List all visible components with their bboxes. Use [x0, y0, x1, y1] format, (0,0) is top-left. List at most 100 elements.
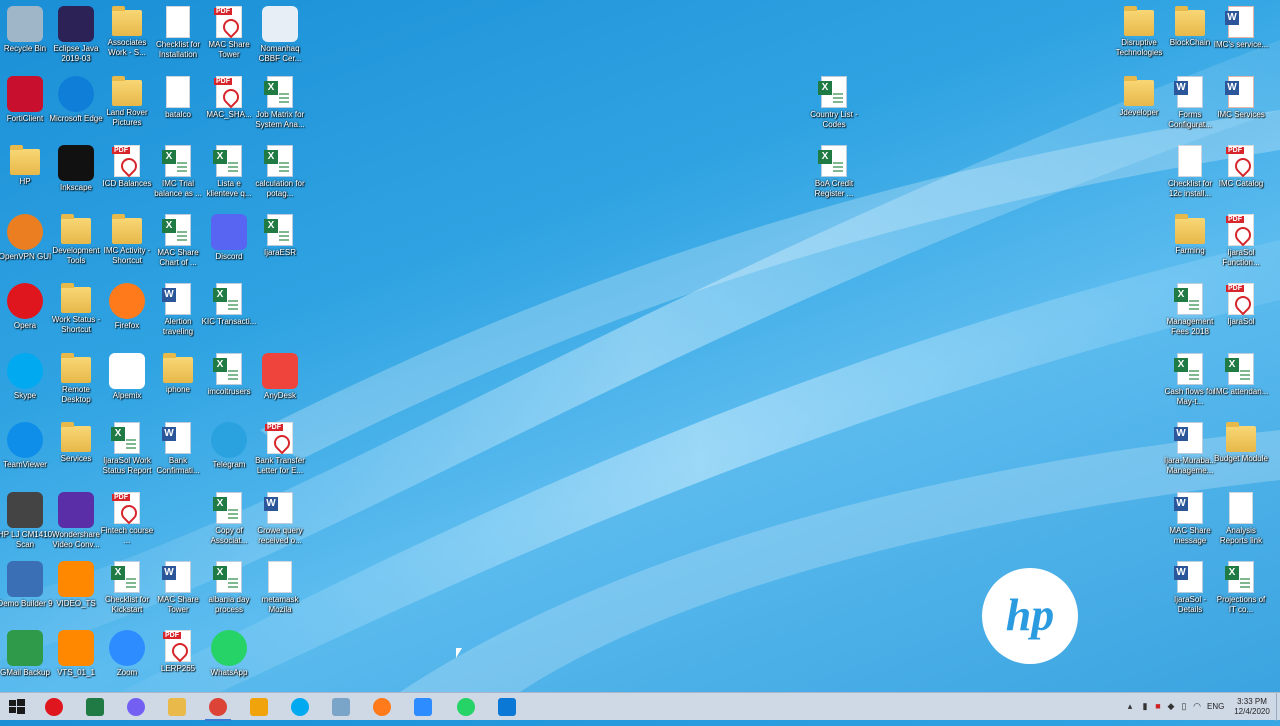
battery-icon[interactable]: ▯	[1179, 701, 1189, 711]
desktop-icon[interactable]: Cash flows for May-t...	[1164, 349, 1216, 418]
desktop-icon[interactable]: Job Matrix for System Ana...	[254, 72, 306, 141]
desktop-icon[interactable]: imcoltrusers	[203, 349, 255, 418]
desktop-icon[interactable]: Remote Desktop	[50, 349, 102, 418]
desktop-icon[interactable]: Country List - Codes	[808, 72, 860, 141]
desktop-icon[interactable]: Disruptive Technologies	[1113, 2, 1165, 71]
desktop-icon[interactable]: MAC Share message	[1164, 488, 1216, 557]
desktop-icon[interactable]: calculation for potag...	[254, 141, 306, 210]
desktop-icon[interactable]: IMC Services	[1215, 72, 1267, 141]
desktop-icon[interactable]: Firefox	[101, 279, 153, 348]
desktop-icon[interactable]: FortiClient	[0, 72, 51, 141]
taskbar-button[interactable]	[37, 695, 71, 719]
desktop-icon[interactable]: IjaraESR	[254, 210, 306, 279]
desktop-icon[interactable]: IMC attendan...	[1214, 349, 1268, 418]
desktop-icon[interactable]: MAC Share Chart of ...	[152, 210, 204, 279]
desktop-icon[interactable]: Associates Work - S...	[101, 2, 153, 71]
show-desktop-button[interactable]	[1276, 693, 1280, 721]
desktop-icon[interactable]: BoA Credit Register ...	[808, 141, 860, 210]
desktop-icon[interactable]: HP LJ CM1410 Scan	[0, 488, 52, 557]
desktop-icon[interactable]: Eclipse Java 2019-03	[50, 2, 102, 71]
desktop-icon[interactable]: AnyDesk	[254, 349, 306, 418]
desktop-icon[interactable]: Farming	[1164, 210, 1216, 279]
desktop-icon[interactable]: Land Rover Pictures	[101, 72, 153, 141]
desktop-icon[interactable]: BlockChain	[1164, 2, 1216, 71]
desktop-icon[interactable]: IjaraSol Work Status Report	[101, 418, 153, 487]
desktop-icon[interactable]: Checklist for Installation	[152, 2, 204, 71]
desktop-icon[interactable]: IMC Trial balance as ...	[152, 141, 204, 210]
vpn-icon[interactable]: ◆	[1166, 701, 1176, 711]
wifi-icon[interactable]: ◠	[1192, 701, 1202, 711]
desktop-icon[interactable]: MAC_SHA...	[203, 72, 255, 141]
desktop-icon[interactable]: Budget Module	[1214, 418, 1268, 487]
tray-overflow-chevron-icon[interactable]: ▴	[1125, 701, 1135, 711]
network-icon[interactable]: ▮	[1140, 701, 1150, 711]
desktop-icon[interactable]: Telegram	[203, 418, 255, 487]
desktop-icon[interactable]: Crowe query received o...	[254, 488, 306, 557]
clock[interactable]: 3:33 PM 12/4/2020	[1232, 697, 1272, 717]
taskbar-button[interactable]	[242, 695, 276, 719]
taskbar-button[interactable]	[406, 695, 440, 719]
desktop-icon[interactable]: Skype	[0, 349, 51, 418]
desktop-icon[interactable]: MAC Share Tower	[152, 557, 204, 626]
desktop-icon[interactable]: HP	[0, 141, 51, 210]
desktop-icon[interactable]: Demo Builder 9	[0, 557, 53, 626]
desktop-icon[interactable]: batalco	[152, 72, 204, 141]
desktop-icon[interactable]: Opera	[0, 279, 51, 348]
desktop-icon[interactable]: metamask Mozila	[254, 557, 306, 626]
desktop-icon[interactable]: Microsoft Edge	[49, 72, 103, 141]
taskbar-button[interactable]	[449, 695, 483, 719]
desktop-icon[interactable]: Lista e klienteve q...	[203, 141, 255, 210]
taskbar-button[interactable]	[283, 695, 317, 719]
desktop-icon[interactable]: LERP265	[152, 626, 204, 695]
desktop-icon[interactable]: Copy of Associat...	[203, 488, 255, 557]
desktop-icon[interactable]: albania day process	[203, 557, 255, 626]
desktop-icon[interactable]: Recycle Bin	[0, 2, 51, 71]
taskbar-button[interactable]	[324, 695, 358, 719]
desktop-icon[interactable]: Fintech course ...	[101, 488, 153, 557]
taskbar-button[interactable]	[490, 695, 524, 719]
desktop-icon[interactable]: VTS_01_1	[50, 626, 102, 695]
desktop-icon[interactable]: Alpemix	[101, 349, 153, 418]
desktop-icon[interactable]: Nomanhaq CBBF Cer...	[254, 2, 306, 71]
desktop-icon[interactable]: iphone	[152, 349, 204, 418]
desktop-icon[interactable]: IjaraSol - Details	[1164, 557, 1216, 626]
taskbar-button[interactable]	[119, 695, 153, 719]
desktop-icon[interactable]: IMC Activity - Shortcut	[101, 210, 153, 279]
desktop-icon[interactable]: Checklist for Kickstart	[101, 557, 153, 626]
input-language[interactable]: ENG	[1207, 702, 1224, 711]
desktop-icon[interactable]: OpenVPN GUI	[0, 210, 51, 279]
taskbar-button[interactable]	[78, 695, 112, 719]
desktop-icon[interactable]: Jdeveloper	[1113, 72, 1165, 141]
desktop-icon[interactable]: Zoom	[101, 626, 153, 695]
desktop-icon[interactable]: Development Tools	[50, 210, 102, 279]
desktop-icon[interactable]: MAC Share Tower	[203, 2, 255, 71]
desktop-icon[interactable]: Bank Confirmati...	[152, 418, 204, 487]
desktop-icon[interactable]: VIDEO_TS	[50, 557, 102, 626]
taskbar-button[interactable]	[201, 695, 235, 721]
desktop-icon[interactable]: Alertion traveling	[152, 279, 204, 348]
desktop-icon[interactable]: WhatsApp	[203, 626, 255, 695]
desktop-icon[interactable]: TeamViewer	[0, 418, 51, 487]
desktop-icon[interactable]: Analysis Reports link	[1215, 488, 1267, 557]
desktop-icon[interactable]: Inkscape	[50, 141, 102, 210]
desktop-icon[interactable]: KIC Transacti...	[202, 279, 256, 348]
taskbar-button[interactable]	[160, 695, 194, 719]
desktop-icon[interactable]: Forms Configurat...	[1164, 72, 1216, 141]
desktop-icon[interactable]: Services	[50, 418, 102, 487]
desktop-icon[interactable]: GMail Backup	[0, 626, 51, 695]
desktop-icon[interactable]: IMC Catalog	[1215, 141, 1267, 210]
desktop-icon[interactable]: Bank Transfer Letter for E...	[254, 418, 306, 487]
desktop-icon[interactable]: Projections of IT co...	[1215, 557, 1267, 626]
start-button[interactable]	[0, 693, 34, 721]
desktop-icon[interactable]: Wondershare Video Conv...	[50, 488, 102, 557]
desktop-icon[interactable]: IjaraSol Function...	[1215, 210, 1267, 279]
desktop-icon[interactable]: IjaraSol	[1215, 279, 1267, 348]
taskbar-button[interactable]	[365, 695, 399, 719]
desktop-icon[interactable]: IMC's service...	[1214, 2, 1268, 71]
security-icon[interactable]: ■	[1153, 701, 1163, 711]
desktop-icon[interactable]: ICD Balances	[101, 141, 153, 210]
desktop-icon[interactable]: Work Status - Shortcut	[50, 279, 102, 348]
desktop-icon[interactable]: Ijara-Muraba... Manageme...	[1164, 418, 1216, 487]
desktop-icon[interactable]: Discord	[203, 210, 255, 279]
desktop-icon[interactable]: Management Fees 2018	[1164, 279, 1216, 348]
